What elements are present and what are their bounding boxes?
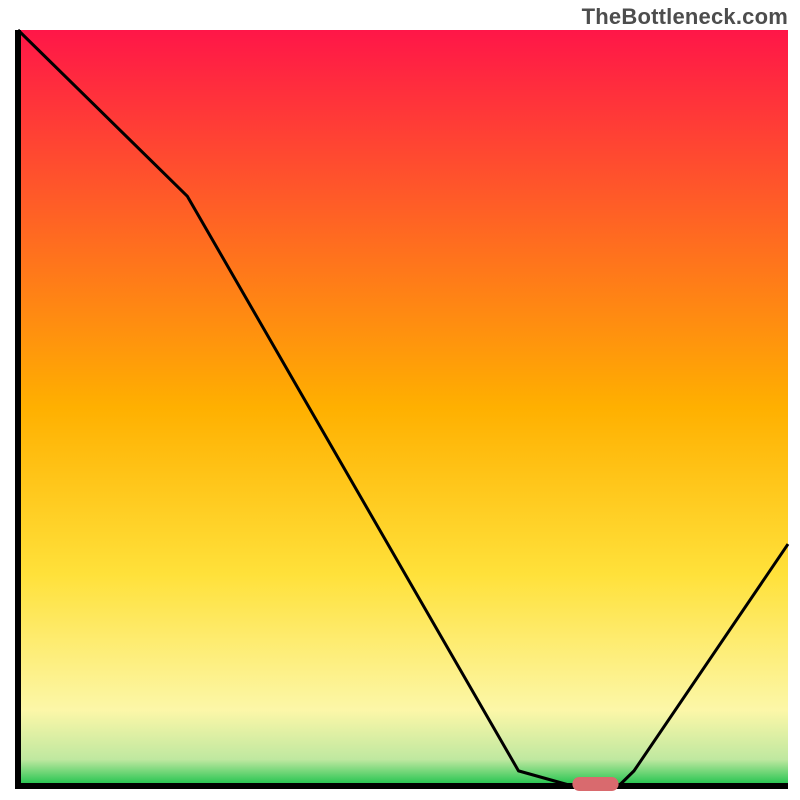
chart-canvas [0,0,800,800]
watermark-text: TheBottleneck.com [582,4,788,30]
optimal-marker [572,777,618,791]
bottleneck-chart: TheBottleneck.com [0,0,800,800]
